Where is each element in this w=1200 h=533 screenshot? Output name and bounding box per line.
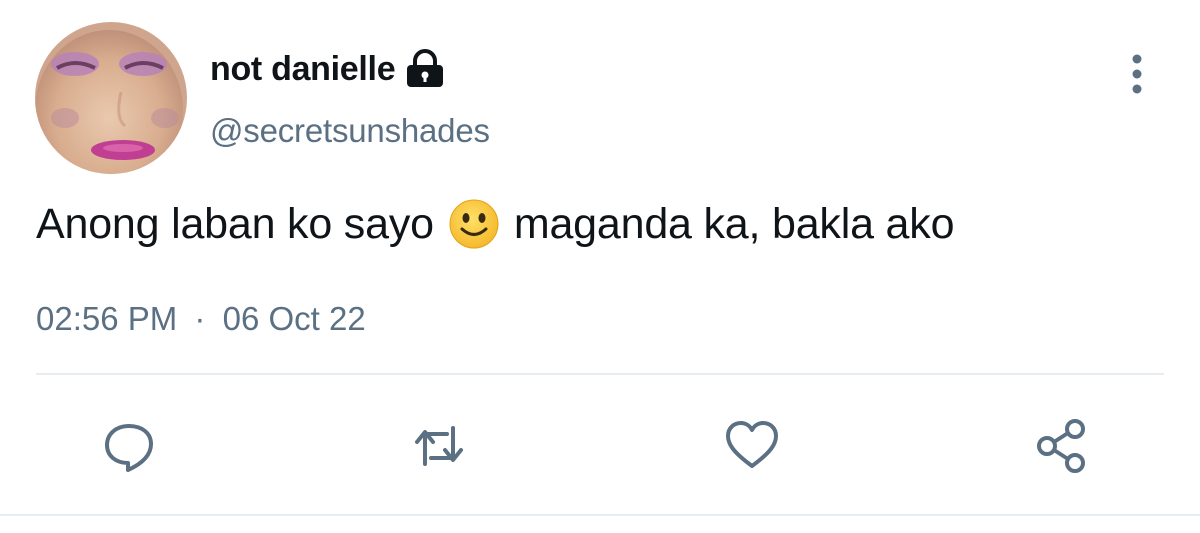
- share-button[interactable]: [1032, 416, 1092, 476]
- retweet-button[interactable]: [409, 416, 469, 476]
- retweet-icon: [415, 426, 463, 466]
- tweet-date: 06 Oct 22: [222, 300, 366, 337]
- comment-icon: [105, 424, 153, 472]
- tweet-card: not danielle @secretsunshades Anong laba…: [0, 0, 1200, 533]
- like-button[interactable]: [722, 416, 782, 476]
- divider: [36, 373, 1164, 375]
- tweet-text-part-2: maganda ka, bakla ako: [513, 199, 955, 248]
- display-name-row: not danielle: [210, 46, 447, 92]
- timestamp[interactable]: 02:56 PM · 06 Oct 22: [36, 300, 366, 338]
- reply-button[interactable]: [99, 416, 159, 476]
- more-vertical-icon[interactable]: [1124, 52, 1150, 96]
- share-icon: [1037, 419, 1085, 473]
- tweet-text: Anong laban ko sayo maganda ka, bakla ak…: [36, 198, 954, 250]
- timestamp-separator: ·: [194, 300, 206, 337]
- slightly-smiling-face-icon: [448, 198, 500, 250]
- avatar-image: [35, 22, 187, 174]
- tweet-text-part-1: Anong laban ko sayo: [36, 199, 434, 248]
- bottom-divider: [0, 514, 1200, 516]
- tweet-time: 02:56 PM: [36, 300, 178, 337]
- display-name[interactable]: not danielle: [210, 50, 396, 89]
- heart-icon: [726, 421, 778, 468]
- lock-icon: [403, 49, 447, 89]
- avatar[interactable]: [35, 22, 187, 174]
- user-handle[interactable]: @secretsunshades: [210, 112, 490, 150]
